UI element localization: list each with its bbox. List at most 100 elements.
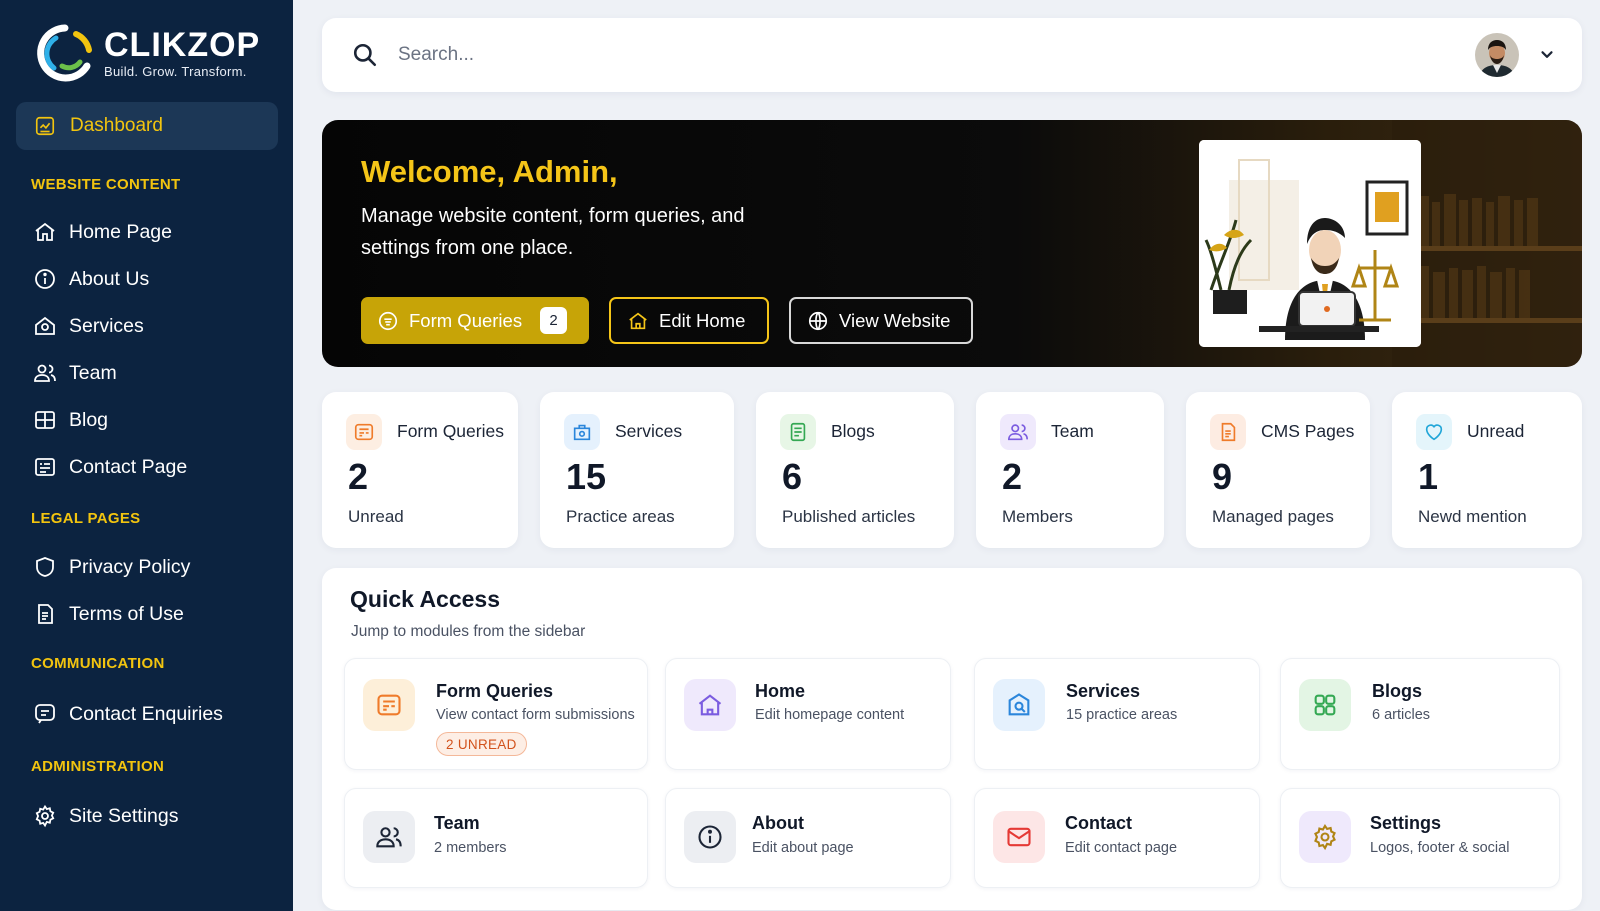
brand-logo[interactable]: CLIKZOP Build. Grow. Transform. <box>34 22 260 84</box>
stat-icon-wrapper <box>1000 414 1036 450</box>
section-heading-communication: COMMUNICATION <box>31 655 165 672</box>
quick-card-title: Settings <box>1370 813 1442 833</box>
team-icon <box>1008 424 1028 441</box>
team-icon <box>376 827 402 848</box>
sidebar-item-label: Home Page <box>69 220 172 243</box>
quick-card-desc: 6 articles <box>1372 707 1431 723</box>
search-input[interactable] <box>398 38 998 72</box>
avatar[interactable] <box>1475 33 1519 77</box>
sidebar-item-contact-enquiries[interactable]: Contact Enquiries <box>33 700 223 728</box>
quick-icon-wrapper <box>684 811 736 863</box>
home-icon <box>698 694 722 716</box>
contact-page-icon <box>35 458 55 476</box>
sidebar-item-blog[interactable]: Blog <box>33 406 108 434</box>
info-icon <box>35 269 55 289</box>
stat-card-form-queries[interactable]: Form Queries 2 Unread <box>322 392 518 548</box>
services-search-icon <box>1008 693 1030 716</box>
services-bag-icon <box>573 424 591 441</box>
edit-home-button[interactable]: Edit Home <box>609 297 769 344</box>
stat-caption: Members <box>1002 507 1073 526</box>
stat-value: 6 <box>782 456 803 497</box>
quick-icon-wrapper <box>684 679 736 731</box>
stat-label: CMS Pages <box>1261 421 1355 441</box>
sidebar-item-site-settings[interactable]: Site Settings <box>33 802 178 830</box>
quick-card-services[interactable]: Services 15 practice areas <box>974 658 1260 770</box>
sidebar-item-home-page[interactable]: Home Page <box>33 218 172 246</box>
stat-card-cms-pages[interactable]: CMS Pages 9 Managed pages <box>1186 392 1370 548</box>
quick-card-desc: 15 practice areas <box>1066 707 1178 723</box>
form-queries-count-badge: 2 <box>540 307 568 334</box>
stat-card-blogs[interactable]: Blogs 6 Published articles <box>756 392 954 548</box>
stat-value: 2 <box>348 456 369 497</box>
quick-card-desc: 2 members <box>434 840 507 856</box>
chevron-down-icon[interactable] <box>1538 46 1556 64</box>
stat-icon-wrapper <box>780 414 816 450</box>
stat-value: 1 <box>1418 456 1439 497</box>
section-heading-website-content: WEBSITE CONTENT <box>31 176 181 193</box>
sidebar-item-label: Contact Enquiries <box>69 702 223 725</box>
view-website-button[interactable]: View Website <box>789 297 973 344</box>
sidebar-item-label: Privacy Policy <box>69 555 191 578</box>
brand-name: CLIKZOP <box>104 26 261 64</box>
stat-icon-wrapper <box>564 414 600 450</box>
quick-card-home[interactable]: Home Edit homepage content <box>665 658 951 770</box>
quick-card-contact[interactable]: Contact Edit contact page <box>974 788 1260 888</box>
lawyer-illustration-icon <box>1199 140 1421 347</box>
sidebar-item-label: Terms of Use <box>69 602 184 625</box>
inbox-icon <box>378 311 398 330</box>
quick-icon-wrapper <box>993 811 1045 863</box>
sidebar-item-label: Dashboard <box>70 115 163 136</box>
lawyer-illustration <box>1199 140 1421 347</box>
sidebar-item-team[interactable]: Team <box>33 359 117 387</box>
stat-value: 9 <box>1212 456 1233 497</box>
home-icon <box>629 312 647 329</box>
quick-card-blogs[interactable]: Blogs 6 articles <box>1280 658 1560 770</box>
stat-icon-wrapper <box>346 414 382 450</box>
stat-card-team[interactable]: Team 2 Members <box>976 392 1164 548</box>
form-queries-button-label: Form Queries <box>409 309 523 331</box>
quick-icon-wrapper <box>993 679 1045 731</box>
search-icon[interactable] <box>352 42 378 68</box>
quick-icon-wrapper <box>1299 811 1351 863</box>
quick-card-desc: Edit homepage content <box>755 707 905 723</box>
quick-card-settings[interactable]: Settings Logos, footer & social <box>1280 788 1560 888</box>
quick-card-form-queries[interactable]: Form Queries View contact form submissio… <box>344 658 648 770</box>
unread-badge: 2 UNREAD <box>436 732 527 756</box>
sidebar-item-privacy-policy[interactable]: Privacy Policy <box>33 553 190 581</box>
home-icon <box>35 222 55 241</box>
sidebar-item-terms-of-use[interactable]: Terms of Use <box>33 600 184 628</box>
stat-icon-wrapper <box>1416 414 1452 450</box>
quick-card-desc: Edit about page <box>752 840 854 856</box>
stat-label: Services <box>615 421 683 441</box>
chat-icon <box>35 704 55 724</box>
form-queries-button[interactable]: Form Queries 2 <box>361 297 589 344</box>
sidebar-item-dashboard[interactable]: Dashboard <box>16 102 278 150</box>
sidebar-item-label: Team <box>69 361 117 384</box>
stat-caption: Published articles <box>782 507 916 526</box>
stat-caption: Newd mention <box>1418 507 1527 526</box>
clikzop-logo-icon <box>37 24 92 82</box>
stat-caption: Managed pages <box>1212 507 1334 526</box>
edit-home-button-label: Edit Home <box>659 309 746 331</box>
quick-card-title: Form Queries <box>436 681 554 701</box>
quick-card-team[interactable]: Team 2 members <box>344 788 648 888</box>
view-website-button-label: View Website <box>839 309 951 331</box>
sidebar-item-contact-page[interactable]: Contact Page <box>33 453 187 481</box>
quick-card-about[interactable]: About Edit about page <box>665 788 951 888</box>
info-icon <box>698 825 722 849</box>
sidebar-item-label: Blog <box>69 408 109 431</box>
globe-icon <box>808 311 828 330</box>
stat-card-unread[interactable]: Unread 1 Newd mention <box>1392 392 1582 548</box>
welcome-subtitle: Manage website content, form queries, an… <box>361 205 745 259</box>
stat-card-services[interactable]: Services 15 Practice areas <box>540 392 734 548</box>
quick-card-desc: Logos, footer & social <box>1370 840 1510 856</box>
sidebar-item-label: Contact Page <box>69 455 188 478</box>
stat-label: Team <box>1051 421 1094 441</box>
quick-card-title: Contact <box>1065 813 1132 833</box>
quick-access-title: Quick Access <box>350 586 501 612</box>
quick-card-title: Blogs <box>1372 681 1423 701</box>
sidebar-item-label: About Us <box>69 267 150 290</box>
sidebar-item-about-us[interactable]: About Us <box>33 265 149 293</box>
sidebar-item-services[interactable]: Services <box>33 312 144 340</box>
sidebar: CLIKZOP Build. Grow. Transform. Dashboar… <box>0 0 293 911</box>
